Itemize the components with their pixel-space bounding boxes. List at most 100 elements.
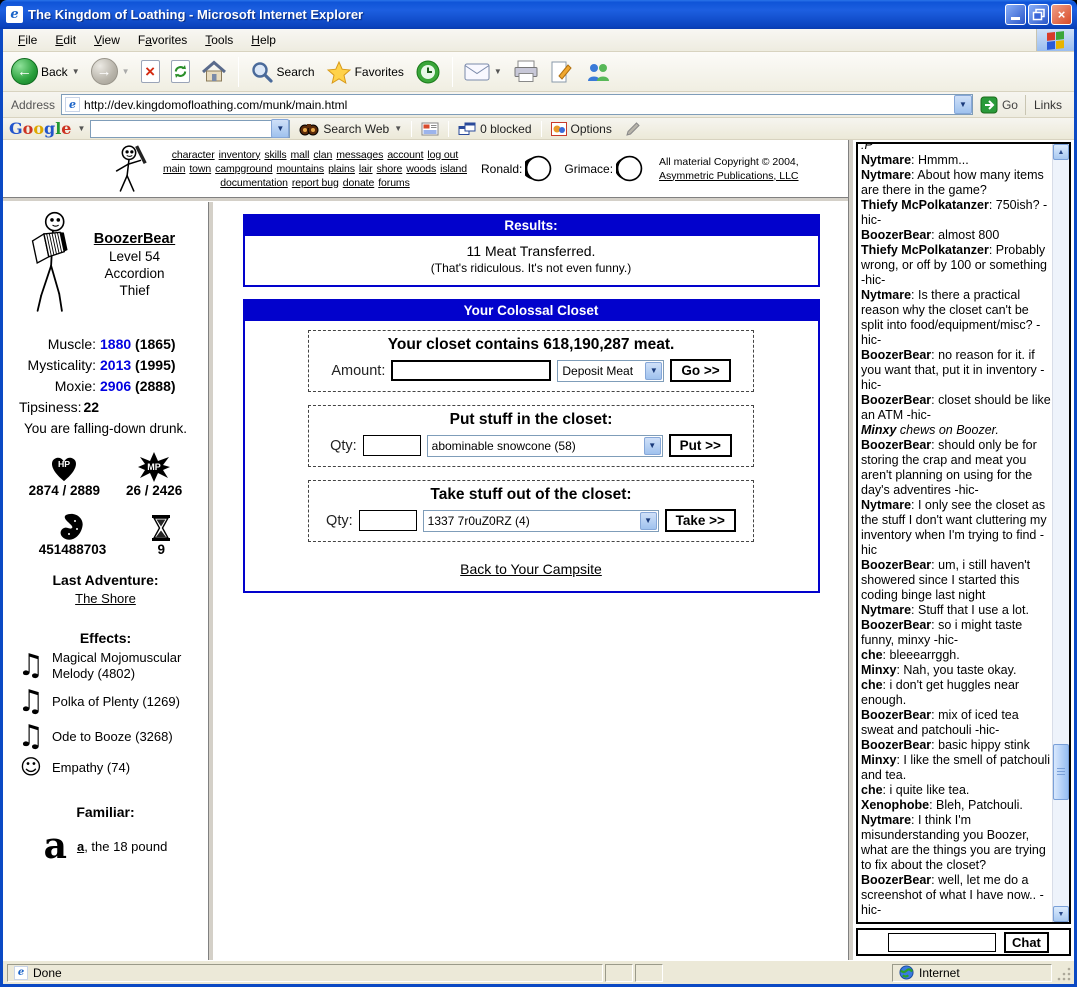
messenger-button[interactable] [581, 58, 615, 86]
chat-message: BoozerBearbasic hippy stink [861, 738, 1051, 753]
meat-action-select[interactable]: Deposit Meat ▼ [557, 360, 664, 382]
chevron-down-icon[interactable]: ▼ [645, 362, 662, 380]
menu-item[interactable]: Tools [196, 31, 242, 49]
nav-link[interactable]: donate [343, 177, 375, 189]
resize-grip[interactable] [1056, 966, 1072, 982]
nav-link[interactable]: account [387, 149, 423, 161]
take-qty-input[interactable] [359, 510, 417, 531]
nav-link[interactable]: lair [359, 163, 373, 175]
menu-item[interactable]: View [85, 31, 129, 49]
character-name-link[interactable]: BoozerBear [94, 231, 175, 247]
grimace-moon-icon [616, 155, 643, 182]
meat-value: 451488703 [39, 542, 107, 557]
menu-item[interactable]: Edit [46, 31, 85, 49]
chat-sender: Minxy [861, 753, 903, 767]
mail-button[interactable]: ▼ [460, 61, 506, 83]
nav-link[interactable]: inventory [219, 149, 261, 161]
chat-pane: :P NytmareHmmm... NytmareAbout how many … [854, 140, 1074, 960]
stop-button[interactable]: × [137, 58, 164, 85]
last-adventure-link[interactable]: The Shore [75, 591, 136, 606]
chat-text: Bleh, Patchouli. [936, 798, 1023, 812]
chat-send-button[interactable]: Chat [1004, 932, 1049, 953]
close-button[interactable]: × [1051, 4, 1072, 25]
options-button[interactable]: Options [547, 122, 616, 136]
copyright-link[interactable]: Asymmetric Publications, LLC [659, 170, 798, 182]
put-button[interactable]: Put >> [669, 434, 732, 457]
nav-link[interactable]: island [440, 163, 467, 175]
nav-link[interactable]: forums [378, 177, 410, 189]
amount-label: Amount: [331, 363, 385, 379]
favorites-button[interactable]: Favorites [322, 58, 408, 86]
links-button[interactable]: Links [1025, 95, 1070, 115]
nav-link[interactable]: plains [328, 163, 355, 175]
nav-link[interactable]: main [163, 163, 185, 175]
print-button[interactable] [509, 58, 543, 85]
nav-link[interactable]: mountains [277, 163, 325, 175]
ronald-moon-icon [525, 155, 552, 182]
forward-button[interactable]: → ▼ [87, 56, 134, 87]
chat-scrollbar[interactable]: ▲ ▼ [1052, 144, 1069, 922]
chat-sender: Xenophobe [861, 798, 936, 812]
popup-blocked-button[interactable]: 0 blocked [454, 122, 535, 136]
stat-value: 2013 [100, 357, 131, 373]
restore-button[interactable] [1028, 4, 1049, 25]
chat-message: Minxychews on Boozer. [861, 423, 1051, 438]
google-search-input[interactable] [91, 122, 271, 136]
history-button[interactable] [411, 57, 445, 87]
menu-item[interactable]: Favorites [129, 31, 196, 49]
nav-link[interactable]: report bug [292, 177, 339, 189]
home-button[interactable] [197, 57, 231, 86]
scroll-up-button[interactable]: ▲ [1053, 144, 1069, 160]
drunk-status-text: You are falling-down drunk. [3, 420, 208, 437]
chevron-down-icon[interactable]: ▼ [644, 437, 661, 455]
take-item-select[interactable]: 1337 7r0uZ0RZ (4) ▼ [423, 510, 659, 532]
go-button[interactable]: Go [973, 93, 1025, 117]
google-search-dropdown-icon[interactable]: ▼ [271, 119, 289, 138]
nav-link[interactable]: skills [264, 149, 286, 161]
nav-link[interactable]: mall [291, 149, 310, 161]
chat-message: NytmareI only see the closet as the stuf… [861, 498, 1051, 558]
back-button[interactable]: ← Back ▼ [7, 56, 84, 87]
nav-link[interactable]: shore [377, 163, 403, 175]
refresh-button[interactable] [167, 58, 194, 85]
nav-link[interactable]: campground [215, 163, 272, 175]
chat-input[interactable] [888, 933, 996, 952]
refresh-icon [171, 60, 190, 83]
back-dropdown-icon[interactable]: ▼ [72, 67, 80, 76]
search-web-button[interactable]: Search Web ▼ [295, 122, 406, 136]
menu-item[interactable]: File [9, 31, 46, 49]
back-to-campsite-link[interactable]: Back to Your Campsite [460, 561, 602, 577]
google-dropdown-icon[interactable]: ▼ [77, 124, 85, 133]
chat-sender: BoozerBear [861, 618, 938, 632]
chevron-down-icon[interactable]: ▼ [640, 512, 657, 530]
nav-link[interactable]: log out [427, 149, 458, 161]
nav-link[interactable]: woods [406, 163, 436, 175]
put-qty-input[interactable] [363, 435, 421, 456]
nav-link[interactable]: messages [336, 149, 383, 161]
effect-row: Ode to Booze (3268) [16, 722, 208, 752]
nav-link[interactable]: town [189, 163, 211, 175]
mail-dropdown-icon[interactable]: ▼ [494, 67, 502, 76]
effect-icon [16, 651, 46, 681]
nav-link[interactable]: clan [313, 149, 332, 161]
scrollbar-thumb[interactable] [1053, 744, 1069, 800]
news-button[interactable] [417, 122, 443, 136]
edit-button[interactable] [546, 58, 578, 86]
go-meat-button[interactable]: Go >> [670, 359, 730, 382]
address-input[interactable] [84, 96, 950, 113]
minimize-button[interactable] [1005, 4, 1026, 25]
put-item-select[interactable]: abominable snowcone (58) ▼ [427, 435, 663, 457]
nav-link[interactable]: documentation [220, 177, 288, 189]
take-button[interactable]: Take >> [665, 509, 736, 532]
blocked-label: 0 blocked [480, 122, 531, 136]
nav-link[interactable]: character [172, 149, 215, 161]
menu-item[interactable]: Help [242, 31, 285, 49]
amount-input[interactable] [391, 360, 551, 381]
search-button[interactable]: Search [246, 58, 319, 86]
search-web-dropdown-icon[interactable]: ▼ [394, 124, 402, 133]
address-dropdown-icon[interactable]: ▼ [954, 95, 972, 114]
highlighter-button[interactable] [621, 121, 645, 137]
scroll-down-button[interactable]: ▼ [1053, 906, 1069, 922]
google-logo[interactable]: Google [9, 119, 71, 138]
forward-dropdown-icon: ▼ [122, 67, 130, 76]
